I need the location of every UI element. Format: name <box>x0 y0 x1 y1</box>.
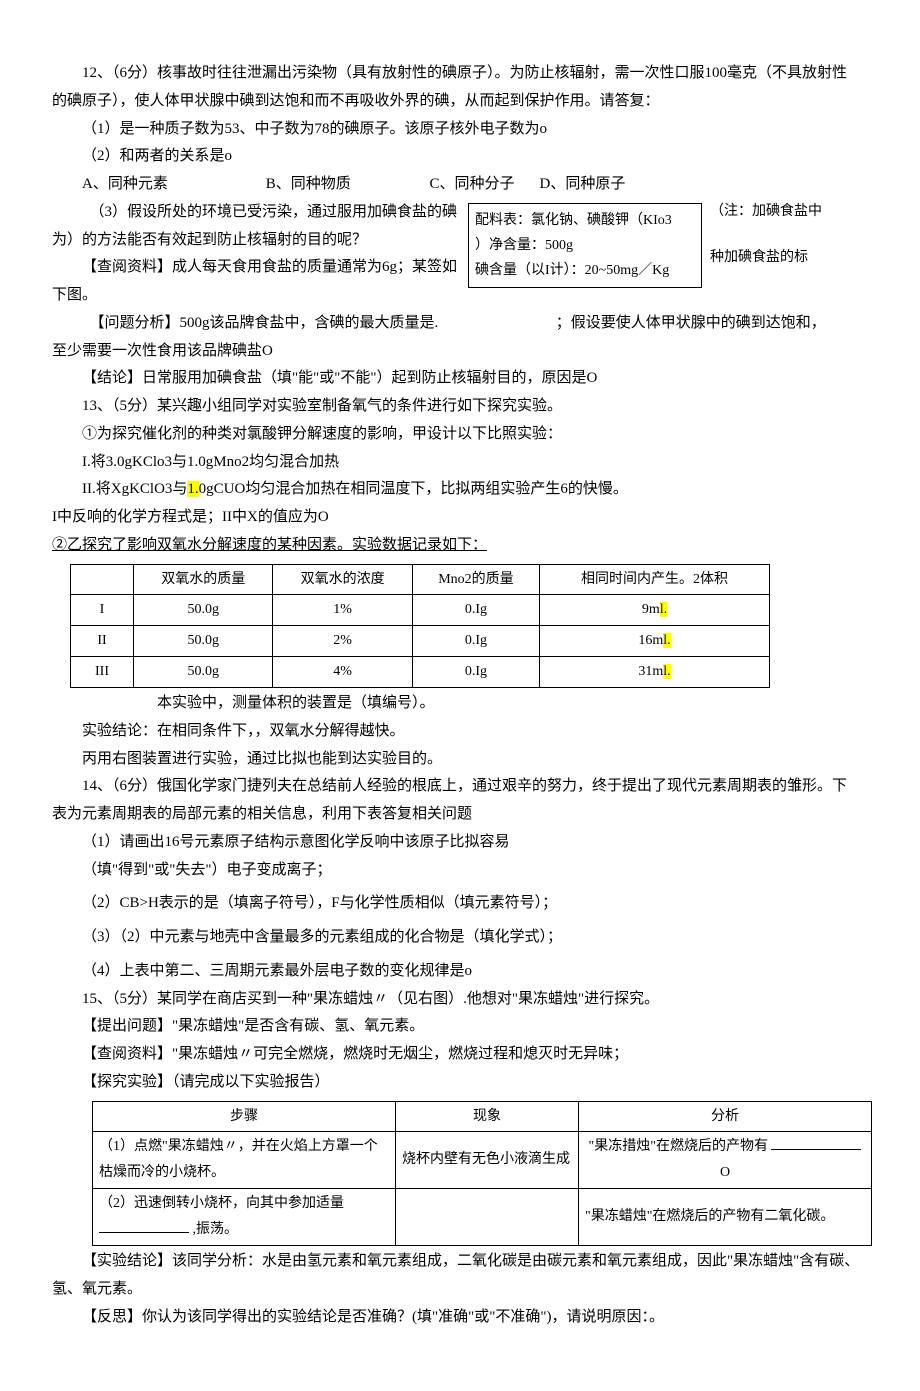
q12-conclusion: 【结论】日常服用加碘食盐（填"能"或"不能"）起到防止核辐射目的，原因是O <box>52 365 860 393</box>
cell: 16ml. <box>539 626 769 657</box>
q12-analysis-row: 【问题分析】500g该品牌食盐中，含碘的最大质量是. ；假设要使人体甲状腺中的碘… <box>52 310 860 338</box>
cell: 50.0g <box>134 626 273 657</box>
q15-lookup: 【查阅资料】"果冻蜡烛〃可完全燃烧，燃烧时无烟尘，燃烧过程和熄灭时无异味； <box>52 1041 860 1069</box>
q13-conc: 实验结论：在相同条件下，，双氧水分解得越快。 <box>52 718 860 746</box>
q12-optC: C、同种分子 <box>430 171 540 199</box>
cell-hl: l. <box>660 602 667 617</box>
q14-header: 14、（6分）俄国化学家门捷列夫在总结前人经验的根底上，通过艰辛的努力，终于提出… <box>52 773 860 829</box>
q12-optB: B、同种物质 <box>266 171 426 199</box>
cell: I <box>71 595 134 626</box>
q13-p1: ①为探究催化剂的种类对氯酸钾分解速度的影响，甲设计以下比照实验： <box>52 421 860 449</box>
blank-line <box>99 1218 189 1233</box>
cell: 50.0g <box>134 657 273 688</box>
q13-th3: Mno2的质量 <box>412 564 539 595</box>
cell: 50.0g <box>134 595 273 626</box>
cell: II <box>71 626 134 657</box>
q12-note1: （注：加碘食盐中 <box>710 199 860 224</box>
cell-val: 9m <box>642 602 660 617</box>
q14-p2: （2）CB>H表示的是（填离子符号），F与化学性质相似（填元素符号）； <box>52 890 860 918</box>
table-row: II 50.0g 2% 0.Ig 16ml. <box>71 626 770 657</box>
q13-p2: ②乙探究了影响双氧水分解速度的某种因素。实验数据记录如下： <box>52 532 860 560</box>
q12-p2: （2）和两者的关系是o <box>52 143 860 171</box>
q12-note-right: （注：加碘食盐中 种加碘食盐的标 <box>710 199 860 270</box>
q15-th2: 现象 <box>396 1101 579 1132</box>
q12-salt-label-box: 配料表：氯化钠、碘酸钾（KIo3 ）净含量：500g 碘含量（以I计）：20~5… <box>468 203 702 289</box>
q15-r1-ana: "果冻措烛"在燃烧后的产物有 O <box>579 1132 872 1189</box>
q12-box-l3: 碘含量（以I计）：20~50mg／Kg <box>475 258 695 283</box>
q12-note2: 种加碘食盐的标 <box>710 245 860 270</box>
q12-analysis: 【问题分析】500g该品牌食盐中，含碘的最大质量是. <box>90 315 439 331</box>
table-row: （1）点燃"果冻蜡烛〃，并在火焰上方罩一个枯燥而冷的小烧杯。 烧杯内壁有无色小液… <box>93 1132 872 1189</box>
q13-caption: 本实验中，测量体积的装置是（填编号）。 <box>157 690 860 718</box>
q12-header: 12、（6分）核事故时往往泄漏出污染物（具有放射性的碘原子）。为防止核辐射，需一… <box>52 60 860 116</box>
q15-header: 15、（5分）某同学在商店买到一种"果冻蜡烛〃（见右图）.他想对"果冻蜡烛"进行… <box>52 986 860 1014</box>
cell: III <box>71 657 134 688</box>
q15-ask: 【提出问题】"果冻蜡烛"是否含有碳、氢、氧元素。 <box>52 1013 860 1041</box>
q13-table: 双氧水的质量 双氧水的浓度 Mno2的质量 相同时间内产生。2体积 I 50.0… <box>70 564 770 689</box>
q15-reflect: 【反思】你认为该同学得出的实验结论是否准确？(填"准确"或"不准确")，请说明原… <box>52 1304 860 1332</box>
q13-th1: 双氧水的质量 <box>134 564 273 595</box>
q12-box-l1: 配料表：氯化钠、碘酸钾（KIo3 <box>475 208 695 233</box>
table-row: III 50.0g 4% 0.Ig 31ml. <box>71 657 770 688</box>
cell: 1% <box>273 595 412 626</box>
q15-r2-phen <box>396 1189 579 1246</box>
q15-th3: 分析 <box>579 1101 872 1132</box>
q15-r1-phen: 烧杯内壁有无色小液滴生成 <box>396 1132 579 1189</box>
table-header-row: 步骤 现象 分析 <box>93 1101 872 1132</box>
q13-th4: 相同时间内产生。2体积 <box>539 564 769 595</box>
q14-p3: （3）（2）中元素与地壳中含量最多的元素组成的化合物是（填化学式）； <box>52 924 860 952</box>
q15-r1-step: （1）点燃"果冻蜡烛〃，并在火焰上方罩一个枯燥而冷的小烧杯。 <box>93 1132 396 1189</box>
q13-i: I.将3.0gKClo3与1.0gMno2均匀混合加热 <box>52 449 860 477</box>
table-header-row: 双氧水的质量 双氧水的浓度 Mno2的质量 相同时间内产生。2体积 <box>71 564 770 595</box>
cell: 31ml. <box>539 657 769 688</box>
cell: 2% <box>273 626 412 657</box>
cell-hl: l. <box>663 633 670 648</box>
q13-bing: 丙用右图装置进行实验，通过比拟也能到达实验目的。 <box>52 746 860 774</box>
text: O <box>720 1165 730 1180</box>
q13-ii: II.将XgKClO3与1.0gCUO均匀混合加热在相同温度下，比拟两组实验产生… <box>52 476 860 504</box>
q15-table: 步骤 现象 分析 （1）点燃"果冻蜡烛〃，并在火焰上方罩一个枯燥而冷的小烧杯。 … <box>92 1101 872 1246</box>
blank-line <box>771 1135 861 1150</box>
cell: 4% <box>273 657 412 688</box>
q15-r2-ana: "果冻蜡烛"在燃烧后的产物有二氧化碳。 <box>579 1189 872 1246</box>
q12-analysis-tail: ；假设要使人体甲状腺中的碘到达饱和， <box>556 315 826 331</box>
q12-box-l2: ）净含量：500g <box>475 233 695 258</box>
q14-p4: （4）上表中第二、三周期元素最外层电子数的变化规律是o <box>52 958 860 986</box>
cell: 0.Ig <box>412 595 539 626</box>
cell: 0.Ig <box>412 626 539 657</box>
cell-hl: l. <box>663 664 670 679</box>
q13-eq: I中反响的化学方程式是；II中X的值应为O <box>52 504 860 532</box>
q12-optA: A、同种元素 <box>82 171 262 199</box>
cell-val: 31m <box>638 664 663 679</box>
q15-th1: 步骤 <box>93 1101 396 1132</box>
table-row: （2）迅速倒转小烧杯，向其中参加适量 ,振荡。 "果冻蜡烛"在燃烧后的产物有二氧… <box>93 1189 872 1246</box>
text: （2）迅速倒转小烧杯，向其中参加适量 <box>99 1196 344 1211</box>
text: ,振荡。 <box>193 1222 239 1237</box>
q15-exp-head: 【探究实验】（请完成以下实验报告） <box>52 1069 860 1097</box>
table-row: I 50.0g 1% 0.Ig 9ml. <box>71 595 770 626</box>
cell-val: 16m <box>638 633 663 648</box>
q12-analysis2: 至少需要一次性食用该品牌碘盐O <box>52 338 860 366</box>
q12-options: A、同种元素 B、同种物质 C、同种分子D、同种原子 <box>52 171 860 199</box>
text: "果冻措烛"在燃烧后的产物有 <box>589 1139 768 1154</box>
q15-r2-step: （2）迅速倒转小烧杯，向其中参加适量 ,振荡。 <box>93 1189 396 1246</box>
q12-p1: （1）是一种质子数为53、中子数为78的碘原子。该原子核外电子数为o <box>52 116 860 144</box>
q13-th2: 双氧水的浓度 <box>273 564 412 595</box>
q14-p1b: （填"得到"或"失去"）电子变成离子； <box>52 857 860 885</box>
cell: 0.Ig <box>412 657 539 688</box>
q13-header: 13、（5分）某兴趣小组同学对实验室制备氧气的条件进行如下探究实验。 <box>52 393 860 421</box>
q13-ii-b: 0gCUO均匀混合加热在相同温度下，比拟两组实验产生6的快慢。 <box>199 481 628 497</box>
q12-optD: D、同种原子 <box>540 171 626 199</box>
q14-p1: （1）请画出16号元素原子结构示意图化学反响中该原子比拟容易 <box>52 829 860 857</box>
q13-ii-hl: 1. <box>187 481 198 497</box>
cell: 9ml. <box>539 595 769 626</box>
q13-ii-a: II.将XgKClO3与 <box>82 481 187 497</box>
q15-conc: 【实验结论】该同学分析：水是由氢元素和氧元素组成，二氧化碳是由碳元素和氧元素组成… <box>52 1248 860 1304</box>
